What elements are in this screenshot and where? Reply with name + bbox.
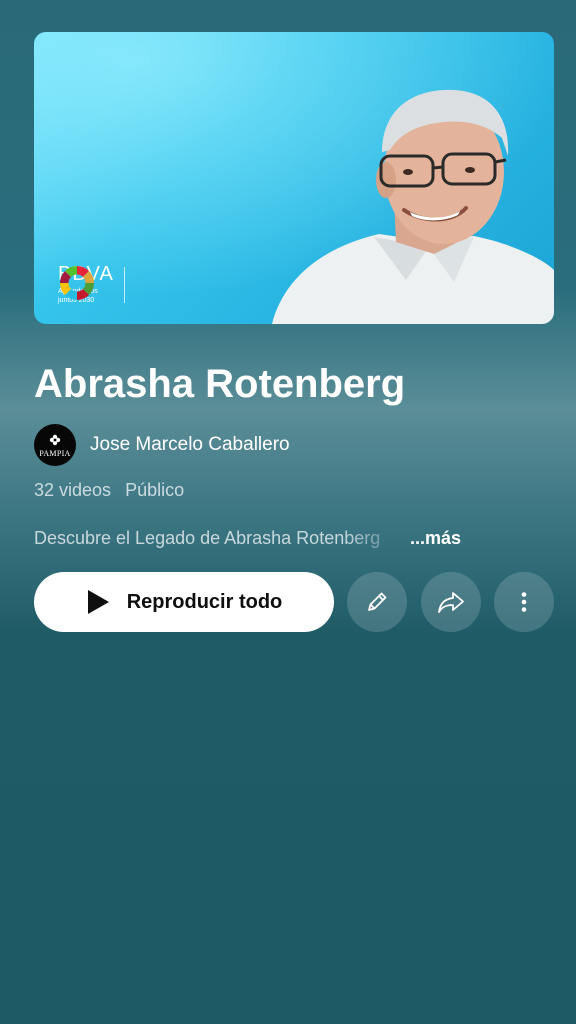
visibility-label: Público bbox=[125, 480, 185, 500]
play-all-label: Reproducir todo bbox=[126, 590, 283, 613]
brand-divider bbox=[123, 266, 125, 303]
playlist-title: Abrasha Rotenberg bbox=[34, 362, 406, 406]
more-options-button[interactable] bbox=[494, 572, 554, 632]
channel-avatar[interactable]: PAMPIA bbox=[34, 424, 76, 466]
description-text: Descubre el Legado de Abrasha Rotenberg bbox=[34, 528, 381, 548]
share-arrow-icon bbox=[438, 592, 464, 613]
playlist-meta: 32 videos Público bbox=[34, 478, 184, 502]
sdg-wheel-icon bbox=[60, 266, 94, 300]
channel-name[interactable]: Jose Marcelo Caballero bbox=[90, 434, 290, 456]
avatar-label: PAMPIA bbox=[39, 449, 71, 458]
show-more-link[interactable]: ...más bbox=[410, 526, 461, 550]
video-count: 32 videos bbox=[34, 480, 112, 500]
playlist-thumbnail[interactable]: BBVA Aprendemos juntos 2030 bbox=[34, 32, 554, 324]
channel-link[interactable]: PAMPIA Jose Marcelo Caballero bbox=[34, 424, 290, 466]
share-button[interactable] bbox=[421, 572, 481, 632]
edit-button[interactable] bbox=[347, 572, 407, 632]
play-all-button[interactable]: Reproducir todo bbox=[34, 572, 334, 632]
pencil-icon bbox=[368, 592, 387, 611]
brand-logo: BBVA Aprendemos juntos 2030 bbox=[58, 264, 135, 305]
vertical-dots-icon bbox=[521, 592, 527, 612]
flower-logo-icon bbox=[49, 434, 61, 446]
playlist-description[interactable]: Descubre el Legado de Abrasha Rotenberg … bbox=[34, 526, 461, 550]
play-icon bbox=[87, 590, 109, 614]
